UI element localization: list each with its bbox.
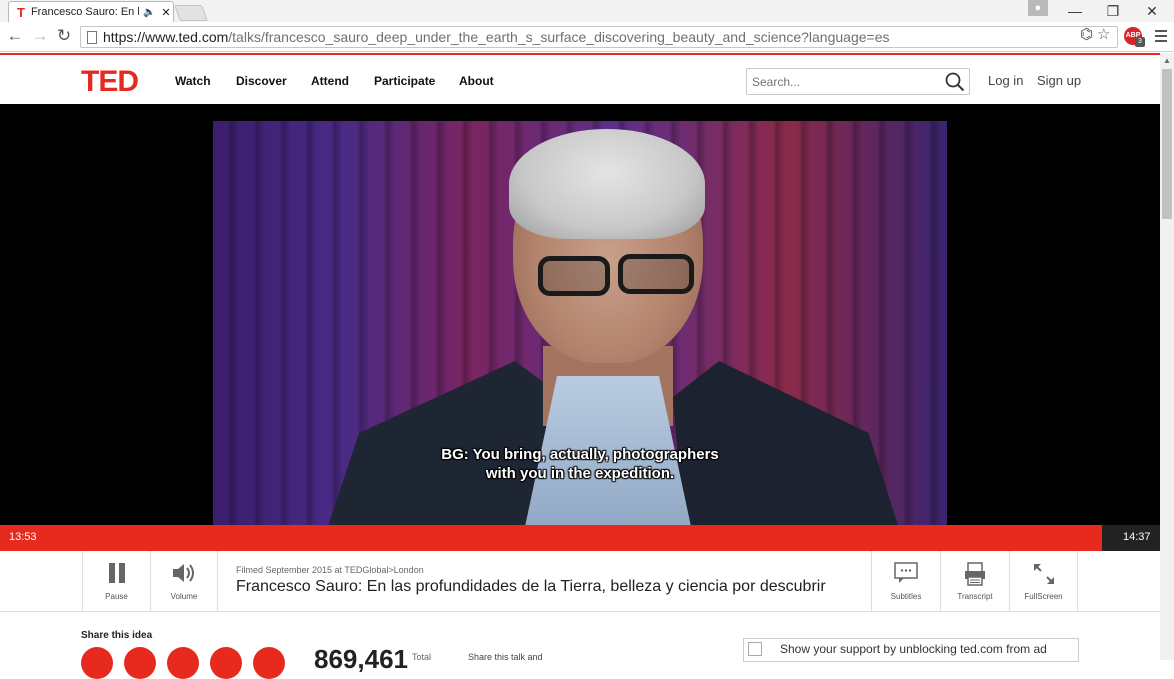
ad-notice-text: Show your support by unblocking ted.com … (780, 642, 1047, 656)
search-input[interactable] (747, 69, 937, 94)
back-icon[interactable]: ← (5, 27, 25, 45)
login-link[interactable]: Log in (988, 73, 1023, 88)
adblock-count-badge: 3 (1135, 37, 1145, 47)
tab-title: Francesco Sauro: En las profundidades de… (30, 6, 139, 18)
url-path: /talks/francesco_sauro_deep_under_the_ea… (228, 29, 890, 45)
transcript-button[interactable]: Transcript (940, 551, 1009, 611)
share-facebook-button[interactable] (124, 647, 156, 679)
page-info-icon[interactable] (87, 31, 97, 44)
restore-button[interactable]: ❐ (1098, 2, 1128, 20)
browser-menu-icon[interactable] (1155, 30, 1167, 45)
profile-icon[interactable]: ● (1028, 0, 1048, 16)
scroll-up-icon[interactable]: ▲ (1163, 56, 1171, 65)
signup-link[interactable]: Sign up (1037, 73, 1081, 88)
broken-image-icon (748, 642, 762, 656)
nav-about[interactable]: About (459, 74, 494, 88)
pause-label: Pause (105, 592, 128, 601)
nav-watch[interactable]: Watch (175, 74, 211, 88)
volume-label: Volume (170, 592, 198, 601)
volume-icon (173, 564, 194, 582)
fullscreen-label: FullScreen (1024, 592, 1063, 601)
ad-notice[interactable]: Show your support by unblocking ted.com … (743, 638, 1079, 662)
ted-favicon-icon: T (17, 4, 25, 20)
bookmark-star-icon[interactable]: ☆ (1097, 25, 1110, 43)
reload-icon[interactable]: ↻ (54, 27, 74, 45)
scrollbar-thumb[interactable] (1162, 69, 1172, 219)
transcript-label: Transcript (957, 592, 993, 601)
filmed-info: Filmed September 2015 at TEDGlobal>Londo… (236, 565, 424, 575)
browser-tab-bar: T Francesco Sauro: En las profundidades … (0, 0, 1174, 22)
pause-button[interactable]: Pause (82, 551, 150, 611)
fullscreen-icon (1033, 564, 1054, 584)
progress-bar[interactable]: 13:53 14:37 (0, 525, 1160, 551)
forward-icon[interactable]: → (30, 27, 50, 45)
nav-attend[interactable]: Attend (311, 74, 349, 88)
player-controls: Pause Volume Filmed September 2015 at TE… (0, 551, 1160, 612)
audio-playing-icon[interactable]: 🔈 (143, 7, 155, 18)
url-field[interactable]: https://www.ted.com/talks/francesco_saur… (80, 26, 1118, 48)
ted-logo[interactable]: TED (81, 65, 139, 99)
site-header: TED Watch Discover Attend Participate Ab… (0, 53, 1160, 104)
elapsed-time: 13:53 (9, 531, 37, 543)
transcript-icon (965, 562, 985, 586)
subtitle-line-2: with you in the expedition. (485, 465, 675, 482)
minimize-button[interactable]: — (1060, 2, 1090, 20)
video-subtitle: BG: You bring, actually, photographers w… (213, 445, 947, 483)
total-duration: 14:37 (1123, 531, 1151, 543)
fullscreen-button[interactable]: FullScreen (1009, 551, 1078, 611)
share-email-button[interactable] (81, 647, 113, 679)
talk-info: Filmed September 2015 at TEDGlobal>Londo… (236, 565, 826, 596)
subtitle-line-1: BG: You bring, actually, photographers (441, 446, 719, 463)
talk-title: Francesco Sauro: En las profundidades de… (236, 578, 826, 595)
share-idea-heading: Share this idea (81, 630, 153, 641)
share-twitter-button[interactable] (167, 647, 199, 679)
search-icon[interactable] (945, 72, 965, 92)
share-talk-link[interactable]: Share this talk and (468, 652, 543, 662)
url-host: https://www.ted.com (103, 29, 229, 45)
view-count-label: Total (412, 652, 432, 662)
close-window-button[interactable]: ✕ (1137, 2, 1167, 20)
page-scrollbar[interactable]: ▲ (1160, 53, 1174, 660)
volume-button[interactable]: Volume (150, 551, 218, 611)
share-linkedin-button[interactable] (210, 647, 242, 679)
new-tab-button[interactable] (174, 5, 208, 21)
nav-discover[interactable]: Discover (236, 74, 287, 88)
share-more-button[interactable] (253, 647, 285, 679)
subtitles-icon (894, 562, 918, 583)
pause-icon (108, 563, 125, 583)
browser-tab[interactable]: T Francesco Sauro: En las profundidades … (8, 1, 174, 22)
video-player[interactable]: BG: You bring, actually, photographers w… (0, 104, 1160, 525)
translate-icon[interactable]: ⌬ (1080, 25, 1093, 43)
nav-participate[interactable]: Participate (374, 74, 435, 88)
subtitles-button[interactable]: Subtitles (871, 551, 940, 611)
close-tab-icon[interactable]: ✕ (161, 6, 170, 19)
search-box (746, 68, 970, 95)
address-toolbar: ← → ↻ https://www.ted.com/talks/francesc… (0, 22, 1174, 52)
subtitles-label: Subtitles (890, 592, 922, 601)
